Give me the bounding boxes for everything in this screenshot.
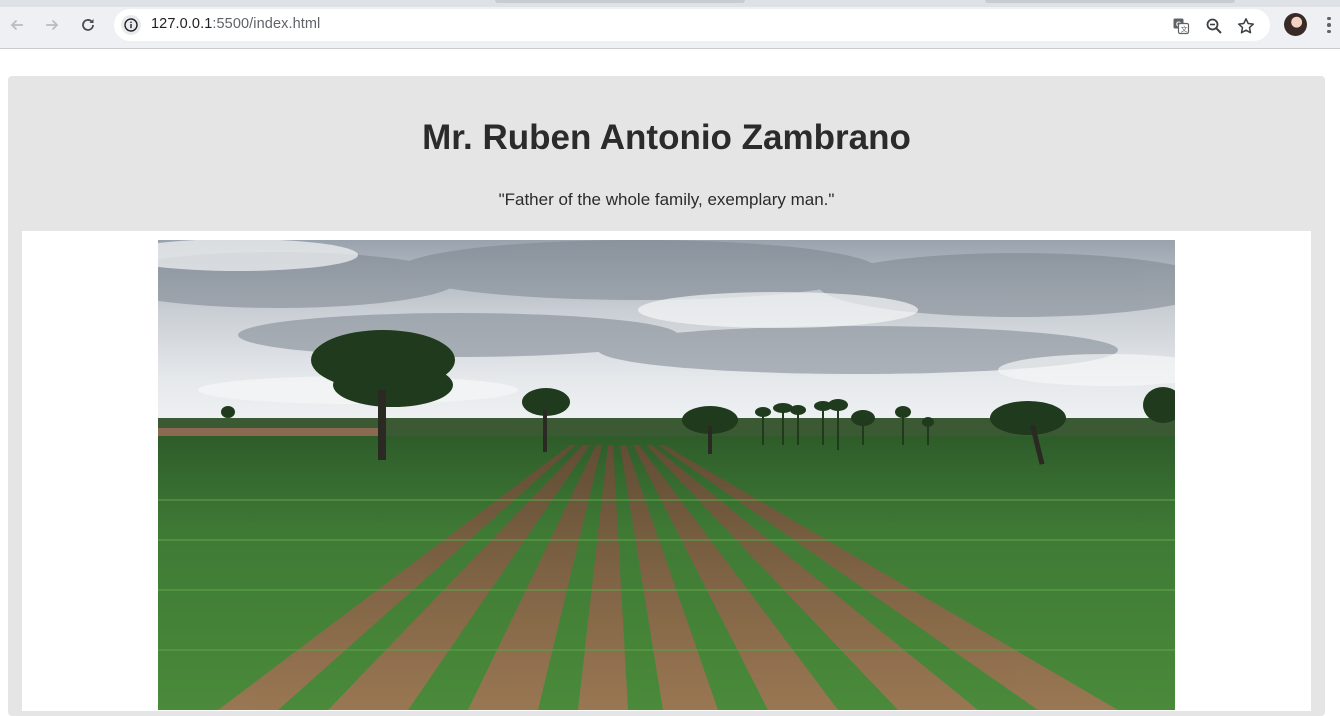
- info-icon: [124, 18, 138, 32]
- cornfield-photo: [158, 240, 1175, 710]
- star-icon: [1237, 18, 1255, 34]
- translate-icon: G 文: [1173, 18, 1190, 35]
- menu-dot: [1327, 29, 1331, 34]
- reload-icon: [82, 19, 94, 31]
- svg-text:文: 文: [1181, 25, 1188, 34]
- profile-avatar[interactable]: [1284, 13, 1307, 36]
- tab[interactable]: [495, 0, 745, 3]
- url-path: :5500/index.html: [212, 16, 321, 32]
- zoom-button[interactable]: [1203, 15, 1225, 37]
- menu-dot: [1327, 23, 1331, 27]
- address-bar[interactable]: 127.0.0.1:5500/index.html G 文: [114, 9, 1270, 41]
- browser-toolbar: 127.0.0.1:5500/index.html G 文: [0, 0, 1340, 49]
- tribute-image: [158, 240, 1175, 710]
- reload-button[interactable]: [74, 11, 102, 39]
- tab[interactable]: [985, 0, 1235, 3]
- back-button[interactable]: [3, 11, 31, 39]
- url-text[interactable]: 127.0.0.1:5500/index.html: [151, 16, 320, 32]
- page-title: Mr. Ruben Antonio Zambrano: [422, 118, 911, 157]
- tribute-card: Mr. Ruben Antonio Zambrano "Father of th…: [8, 76, 1325, 716]
- image-container: [22, 231, 1311, 711]
- site-info-button[interactable]: [121, 15, 141, 35]
- page-viewport: Mr. Ruben Antonio Zambrano "Father of th…: [0, 49, 1340, 716]
- tab-strip: [0, 0, 1340, 7]
- translate-button[interactable]: G 文: [1170, 15, 1192, 37]
- browser-menu-button[interactable]: [1322, 13, 1336, 37]
- url-host: 127.0.0.1: [151, 16, 213, 32]
- forward-button[interactable]: [38, 11, 66, 39]
- menu-dot: [1327, 16, 1331, 21]
- arrow-right-icon: [46, 19, 59, 31]
- bookmark-button[interactable]: [1235, 15, 1257, 37]
- zoom-icon: [1206, 18, 1222, 34]
- arrow-left-icon: [10, 19, 23, 31]
- tribute-quote: "Father of the whole family, exemplary m…: [498, 190, 835, 209]
